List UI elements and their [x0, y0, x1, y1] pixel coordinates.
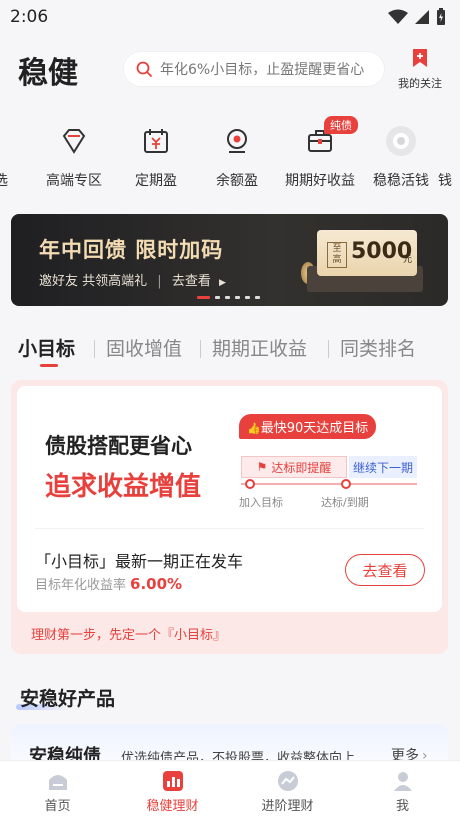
- rate-line: 目标年化收益率 6.00%: [35, 574, 182, 593]
- nav-label: 我: [395, 799, 409, 814]
- carousel-dot[interactable]: [215, 296, 220, 299]
- nav-home[interactable]: 首页: [0, 769, 115, 814]
- top-header: 稳健 年化6%小目标，止盈提醒更省心 我的关注: [0, 40, 460, 96]
- goal-headline: 债股搭配更省心: [45, 434, 192, 458]
- nav-me[interactable]: 我: [345, 769, 460, 814]
- my-follow-button[interactable]: 我的关注: [392, 48, 448, 91]
- category-stable-cash[interactable]: 稳稳活钱: [361, 122, 441, 190]
- trend-icon: [277, 771, 298, 791]
- rate-value: 6.00%: [130, 575, 183, 593]
- thumbs-up-icon: 👍: [247, 422, 261, 435]
- calendar-yuan-icon: [144, 129, 168, 153]
- reminder-chip: ⚑ 达标即提醒: [241, 456, 347, 478]
- voucher-tag: 至高: [327, 242, 347, 268]
- next-period-chip: 继续下一期: [349, 456, 417, 478]
- search-bar[interactable]: 年化6%小目标，止盈提醒更省心: [124, 52, 384, 86]
- bottom-navigation: 首页 稳健理财 进阶理财 我: [0, 760, 460, 818]
- small-goal-card[interactable]: 债股搭配更省心 追求收益增值 👍最快90天达成目标 ⚑ 达标即提醒 继续下一期 加…: [17, 386, 442, 612]
- carousel-dot[interactable]: [255, 296, 260, 299]
- status-time: 2:06: [10, 7, 49, 27]
- product-tabs: 小目标 固收增值 期期正收益 同类排名: [0, 330, 460, 370]
- carousel-dots: [197, 296, 260, 299]
- category-label: 精选: [0, 173, 8, 189]
- tab-fixed-income[interactable]: 固收增值: [106, 334, 182, 361]
- category-label: 高端专区: [46, 173, 102, 189]
- voucher-card: 至高 5000 元: [317, 230, 417, 276]
- carousel-dot[interactable]: [225, 296, 230, 299]
- search-icon: [136, 61, 152, 77]
- home-icon: [48, 775, 67, 790]
- category-label: 期期好收益: [285, 173, 355, 189]
- fastest-goal-text: 最快90天达成目标: [260, 421, 369, 436]
- banner-sub-text: 邀好友 共领高端礼: [39, 274, 148, 289]
- card-divider: [35, 528, 424, 529]
- category-label: 稳稳活钱: [373, 173, 429, 189]
- status-icons: [388, 8, 446, 26]
- small-goal-panel: 债股搭配更省心 追求收益增值 👍最快90天达成目标 ⚑ 达标即提醒 继续下一期 加…: [11, 380, 448, 654]
- battery-icon: [437, 8, 445, 25]
- tab-divider: [328, 340, 329, 358]
- tab-periodic-positive[interactable]: 期期正收益: [212, 334, 307, 361]
- tab-peer-ranking[interactable]: 同类排名: [340, 334, 416, 361]
- label-reach-goal: 达标/到期: [321, 496, 369, 509]
- category-more[interactable]: 钱: [438, 122, 460, 190]
- active-tab-indicator: [40, 364, 58, 367]
- view-goal-button[interactable]: 去查看: [345, 554, 425, 586]
- section-title: 安稳好产品: [20, 688, 116, 710]
- promo-banner[interactable]: 年中回馈 限时加码 邀好友 共领高端礼 | 去查看 ▶ 至高 5000 元: [11, 214, 448, 306]
- issue-text: 「小目标」最新一期正在发车: [35, 552, 244, 571]
- goal-slogan: 追求收益增值: [45, 472, 202, 502]
- category-label: 余额盈: [216, 173, 258, 189]
- signal-icon: [415, 10, 429, 24]
- fastest-goal-badge: 👍最快90天达成目标: [239, 414, 377, 439]
- tab-divider: [94, 340, 95, 358]
- goal-timeline: [241, 483, 417, 485]
- timeline-start-dot: [245, 479, 255, 489]
- carousel-dot[interactable]: [235, 296, 240, 299]
- category-label: 钱: [438, 173, 452, 189]
- label-join-goal: 加入目标: [239, 496, 283, 509]
- pure-bond-badge: 纯债: [324, 116, 358, 134]
- nav-stable-finance[interactable]: 稳健理财: [115, 769, 230, 814]
- nav-advanced-finance[interactable]: 进阶理财: [230, 769, 345, 814]
- coin-stack-icon: [227, 129, 247, 153]
- nav-label: 进阶理财: [261, 799, 314, 814]
- play-arrow-icon: ▶: [218, 278, 226, 288]
- category-row: 精选 高端专区 定期盈 余额盈 期期好收益 纯债 稳稳活钱 钱: [0, 116, 460, 196]
- flag-icon: ⚑: [256, 460, 268, 474]
- bookmark-icon: [413, 49, 427, 67]
- banner-cta[interactable]: 去查看: [172, 274, 211, 289]
- category-high-end[interactable]: 高端专区: [34, 122, 114, 190]
- search-placeholder: 年化6%小目标，止盈提醒更省心: [160, 62, 365, 78]
- goal-track: ⚑ 达标即提醒 继续下一期: [241, 456, 417, 480]
- banner-headline: 年中回馈 限时加码: [39, 238, 224, 262]
- category-featured[interactable]: 精选: [0, 122, 34, 190]
- category-label: 定期盈: [135, 173, 177, 189]
- page-title: 稳健: [18, 56, 78, 91]
- voucher-unit: 元: [403, 255, 413, 265]
- wifi-icon: [388, 9, 408, 24]
- category-fixed-term[interactable]: 定期盈: [116, 122, 196, 190]
- app-screen: 2:06 稳健 年化6%小目标，止盈提醒更省心 我的关注 精选 高端专区: [0, 0, 460, 818]
- stable-cash-icon: [386, 126, 416, 156]
- reminder-text: 达标即提醒: [271, 460, 332, 475]
- my-follow-label: 我的关注: [398, 77, 442, 90]
- category-balance[interactable]: 余额盈: [197, 122, 277, 190]
- carousel-dot[interactable]: [245, 296, 250, 299]
- rate-label: 目标年化收益率: [35, 578, 127, 593]
- tab-divider: [200, 340, 201, 358]
- category-periodic[interactable]: 期期好收益 纯债: [280, 116, 360, 190]
- diamond-icon: [62, 129, 86, 154]
- bar-chart-icon: [162, 771, 183, 791]
- user-icon: [393, 772, 412, 791]
- banner-subtitle: 邀好友 共领高端礼 | 去查看 ▶: [39, 274, 226, 289]
- nav-label: 首页: [44, 799, 71, 814]
- goal-footer-text: 理财第一步，先定一个『小目标』: [31, 628, 227, 643]
- timeline-end-dot: [341, 479, 351, 489]
- carousel-dot[interactable]: [197, 296, 210, 299]
- status-bar: 2:06: [0, 0, 460, 34]
- featured-icon: [0, 126, 9, 156]
- nav-label: 稳健理财: [146, 799, 199, 814]
- tab-small-goal[interactable]: 小目标: [18, 334, 75, 361]
